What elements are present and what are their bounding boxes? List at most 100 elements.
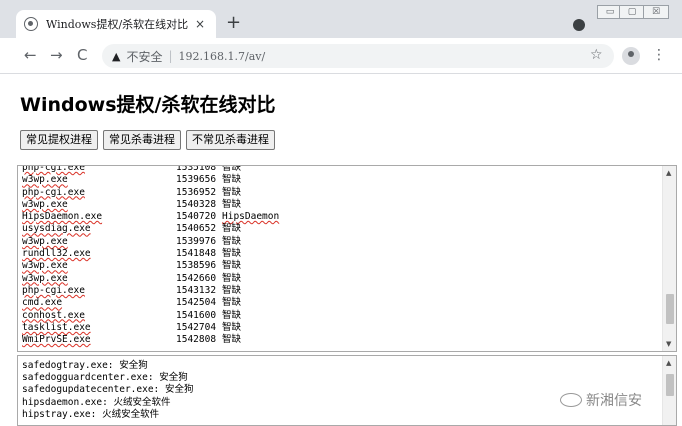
process-name: php-cgi.exe <box>22 186 85 198</box>
warning-icon[interactable]: ▲ <box>112 50 120 63</box>
process-row: rundll32.exe 1541848 智缺 <box>22 248 279 260</box>
av-match: 智缺 <box>222 174 242 186</box>
process-id: 1542704 <box>176 321 217 333</box>
security-label[interactable]: 不安全 <box>126 48 162 65</box>
output-line: safedogtray.exe: 安全狗 <box>22 360 148 371</box>
process-name: w3wp.exe <box>22 260 68 272</box>
output-line: hipsdaemon.exe: 火绒安全软件 <box>22 396 171 408</box>
process-row: usysdiag.exe 1540652 智缺 <box>22 223 279 235</box>
process-list-scrollbar[interactable]: ▲ ▼ <box>662 166 676 351</box>
browser-window: Windows提权/杀软在线对比 × + ▭ ▢ ☒ ← → C ▲ 不安全 |… <box>0 0 682 426</box>
watermark: 新湘信安 <box>560 390 642 410</box>
separator: | <box>168 49 173 63</box>
process-name: php-cgi.exe <box>22 284 85 296</box>
process-row: php-cgi.exe 1535108 智缺 <box>22 165 279 174</box>
account-icon[interactable] <box>622 47 640 65</box>
process-name: cmd.exe <box>22 297 63 309</box>
output-line: safedogupdatecenter.exe: 安全狗 <box>22 384 194 396</box>
process-row: tasklist.exe 1542704 智缺 <box>22 322 279 334</box>
process-row: php-cgi.exe 1543132 智缺 <box>22 285 279 297</box>
output-scrollbar[interactable]: ▲ <box>662 356 676 425</box>
process-name: w3wp.exe <box>22 235 68 247</box>
new-tab-button[interactable]: + <box>226 14 241 32</box>
url-text[interactable]: 192.168.1.7/av/ <box>179 50 266 63</box>
av-match: 智缺 <box>222 309 242 321</box>
button-row: 常见提权进程 常见杀毒进程 不常见杀毒进程 <box>20 130 275 150</box>
process-name: rundll32.exe <box>22 248 91 260</box>
tab-active[interactable]: Windows提权/杀软在线对比 × <box>16 10 216 38</box>
output-line: safedogguardcenter.exe: 安全狗 <box>22 372 188 384</box>
process-name: WmiPrvSE.exe <box>22 334 91 346</box>
process-name: usysdiag.exe <box>22 223 91 235</box>
scroll-up-arrow-icon[interactable]: ▲ <box>666 359 671 367</box>
av-match: 智缺 <box>222 284 242 296</box>
scrollbar-thumb[interactable] <box>666 374 674 396</box>
media-indicator-icon[interactable] <box>573 19 585 31</box>
common-av-process-button[interactable]: 常见杀毒进程 <box>103 130 181 150</box>
av-match: 智缺 <box>222 248 242 260</box>
process-id: 1540720 <box>176 211 217 223</box>
browser-toolbar: ← → C ▲ 不安全 | 192.168.1.7/av/ ☆ ⋮ <box>0 38 682 74</box>
wechat-icon <box>560 393 582 407</box>
av-match: 智缺 <box>222 334 242 346</box>
process-id: 1543132 <box>176 284 217 296</box>
process-row: php-cgi.exe 1536952 智缺 <box>22 187 279 199</box>
process-row: w3wp.exe 1542660 智缺 <box>22 273 279 285</box>
page-title: Windows提权/杀软在线对比 <box>20 94 276 116</box>
av-match: 智缺 <box>222 198 242 210</box>
watermark-text: 新湘信安 <box>586 393 642 409</box>
globe-icon <box>24 17 38 31</box>
process-id: 1541848 <box>176 248 217 260</box>
process-name: w3wp.exe <box>22 174 68 186</box>
process-name: w3wp.exe <box>22 198 68 210</box>
process-id: 1540328 <box>176 198 217 210</box>
bookmark-star-icon[interactable]: ☆ <box>590 47 603 63</box>
maximize-button[interactable]: ▢ <box>619 5 645 19</box>
process-rows: php-cgi.exe 1535108 智缺 w3wp.exe 1539656 智缺 php… <box>22 165 280 346</box>
process-id: 1541600 <box>176 309 217 321</box>
address-bar[interactable]: ▲ 不安全 | 192.168.1.7/av/ <box>102 44 614 68</box>
uncommon-av-process-button[interactable]: 不常见杀毒进程 <box>186 130 275 150</box>
process-id: 1539656 <box>176 174 217 186</box>
process-id: 1542808 <box>176 334 217 346</box>
process-row: w3wp.exe 1540328 智缺 <box>22 199 279 211</box>
tab-title: Windows提权/杀软在线对比 <box>46 18 189 31</box>
menu-icon[interactable]: ⋮ <box>652 47 666 63</box>
av-match: HipsDaemon <box>222 211 280 223</box>
process-name: HipsDaemon.exe <box>22 211 103 223</box>
output-line: hipstray.exe: 火绒安全软件 <box>22 408 160 420</box>
scroll-down-arrow-icon[interactable]: ▼ <box>666 340 671 348</box>
process-name: conhost.exe <box>22 309 85 321</box>
process-id: 1538596 <box>176 260 217 272</box>
close-icon[interactable]: × <box>192 17 208 31</box>
av-match: 智缺 <box>222 321 242 333</box>
process-list-textarea[interactable]: php-cgi.exe 1535108 智缺 w3wp.exe 1539656 智缺 php… <box>17 165 677 352</box>
process-id: 1536952 <box>176 186 217 198</box>
tab-strip: Windows提权/杀软在线对比 × + ▭ ▢ ☒ <box>0 0 682 38</box>
av-match: 智缺 <box>222 297 242 309</box>
av-match: 智缺 <box>222 235 242 247</box>
av-match: 智缺 <box>222 186 242 198</box>
av-match: 智缺 <box>222 260 242 272</box>
process-row: w3wp.exe 1539656 智缺 <box>22 174 279 186</box>
common-privesc-process-button[interactable]: 常见提权进程 <box>20 130 98 150</box>
process-name: w3wp.exe <box>22 272 68 284</box>
result-lines: safedogtray.exe: 安全狗 safedogguardcenter.e… <box>22 360 194 421</box>
reload-button[interactable]: C <box>77 47 87 63</box>
close-window-button[interactable]: ☒ <box>643 5 669 19</box>
av-match: 智缺 <box>222 223 242 235</box>
process-row: conhost.exe 1541600 智缺 <box>22 310 279 322</box>
process-id: 1542660 <box>176 272 217 284</box>
process-row: WmiPrvSE.exe 1542808 智缺 <box>22 334 279 346</box>
process-id: 1539976 <box>176 235 217 247</box>
av-match: 智缺 <box>222 165 242 173</box>
scroll-up-arrow-icon[interactable]: ▲ <box>666 169 671 177</box>
back-button[interactable]: ← <box>24 47 37 63</box>
av-match: 智缺 <box>222 272 242 284</box>
process-name: php-cgi.exe <box>22 165 85 173</box>
process-id: 1535108 <box>176 165 217 173</box>
process-row: w3wp.exe 1539976 智缺 <box>22 236 279 248</box>
forward-button[interactable]: → <box>50 47 63 63</box>
scrollbar-thumb[interactable] <box>666 293 674 324</box>
process-row: cmd.exe 1542504 智缺 <box>22 297 279 309</box>
